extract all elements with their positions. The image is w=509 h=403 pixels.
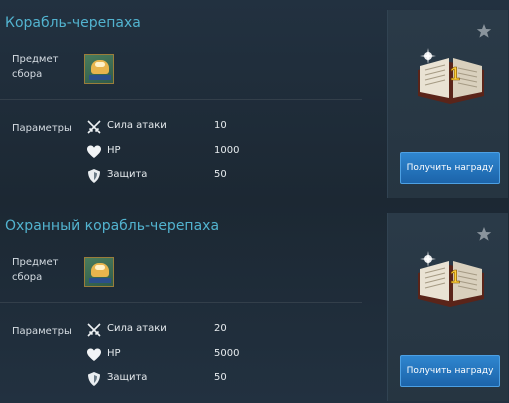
params-label: Параметры [12, 123, 72, 134]
stat-name: Сила атаки [107, 323, 167, 334]
stat-value: 10 [214, 120, 227, 131]
collection-item-banner [89, 75, 111, 80]
stat-value: 1000 [214, 145, 240, 156]
stat-name: Защита [107, 169, 148, 180]
crossed-swords-icon [87, 323, 101, 337]
heart-icon [87, 348, 101, 361]
params-label: Параметры [12, 326, 72, 337]
crossed-swords-icon [87, 120, 101, 134]
shield-icon [88, 169, 100, 183]
divider [0, 302, 362, 303]
stat-value: 5000 [214, 348, 240, 359]
stat-hp: HP 1000 [86, 144, 376, 160]
stat-value: 50 [214, 372, 227, 383]
reward-panel: 1 Получить награду [387, 213, 508, 401]
star-icon[interactable] [476, 226, 492, 242]
card-title: Охранный корабль-черепаха [5, 218, 220, 234]
stat-name: Сила атаки [107, 120, 167, 131]
book-icon: 1 [418, 251, 484, 307]
star-icon[interactable] [476, 23, 492, 39]
collection-item-icon[interactable] [84, 257, 114, 287]
reward-count: 1 [450, 267, 460, 287]
reward-panel: 1 Получить награду [387, 10, 508, 198]
collection-item-detail [95, 265, 105, 270]
stat-value: 50 [214, 169, 227, 180]
stat-attack: Сила атаки 10 [86, 119, 376, 135]
divider [0, 99, 362, 100]
get-reward-button[interactable]: Получить награду [400, 355, 500, 387]
item-label: Предмет сбора [12, 54, 59, 80]
stat-defense: Защита 50 [86, 371, 376, 387]
stat-name: HP [107, 348, 121, 359]
stat-value: 20 [214, 323, 227, 334]
stat-hp: HP 5000 [86, 347, 376, 363]
stat-name: Защита [107, 372, 148, 383]
get-reward-button[interactable]: Получить награду [400, 152, 500, 184]
card-title: Корабль-черепаха [5, 15, 141, 31]
heart-icon [87, 145, 101, 158]
collection-item-icon[interactable] [84, 54, 114, 84]
stat-attack: Сила атаки 20 [86, 322, 376, 338]
collection-card: Охранный корабль-черепаха Предмет сбора … [0, 203, 509, 401]
collection-item-detail [95, 62, 105, 67]
stat-name: HP [107, 145, 121, 156]
collection-card: Корабль-черепаха Предмет сбора Параметры… [0, 0, 509, 198]
collection-info: Корабль-черепаха Предмет сбора Параметры… [0, 0, 380, 198]
reward-count: 1 [450, 64, 460, 84]
shield-icon [88, 372, 100, 386]
book-icon: 1 [418, 48, 484, 104]
stat-defense: Защита 50 [86, 168, 376, 184]
item-label: Предмет сбора [12, 257, 59, 283]
collection-item-banner [89, 278, 111, 283]
collection-info: Охранный корабль-черепаха Предмет сбора … [0, 203, 380, 401]
collection-list: Корабль-черепаха Предмет сбора Параметры… [0, 0, 509, 403]
